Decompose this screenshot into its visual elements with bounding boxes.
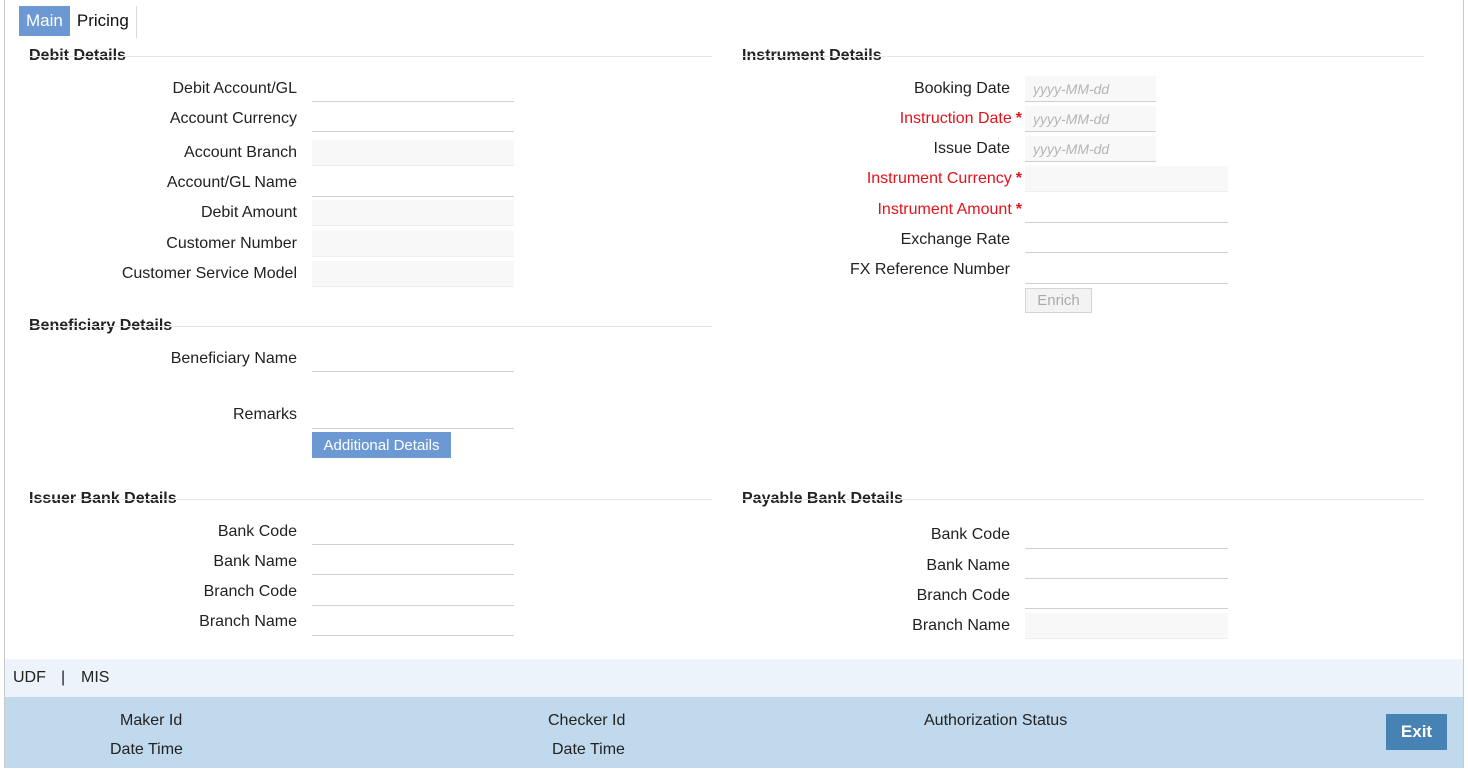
issuer-bank-code-label: Bank Code	[217, 523, 297, 540]
debit-amount-input[interactable]	[312, 200, 514, 226]
payable-branch-name-input[interactable]	[1025, 613, 1228, 639]
checker-date-time-label: Date Time	[552, 741, 625, 758]
issuer-branch-name-input[interactable]	[312, 610, 514, 636]
instrument-amount-label-text: Instrument Amount	[877, 201, 1012, 218]
instrument-amount-label: Instrument Amount *	[877, 201, 1022, 219]
account-currency-label: Account Currency	[169, 110, 297, 127]
additional-details-button[interactable]: Additional Details	[312, 432, 451, 458]
payable-bank-name-label: Bank Name	[926, 557, 1010, 574]
required-marker: *	[1015, 110, 1022, 127]
remarks-label: Remarks	[232, 406, 297, 423]
issuer-bank-details-divider	[29, 499, 712, 500]
maker-id-label: Maker Id	[120, 712, 183, 729]
instrument-details-divider	[742, 56, 1424, 57]
account-currency-input[interactable]	[312, 106, 514, 132]
exchange-rate-label: Exchange Rate	[900, 231, 1010, 248]
issuer-bank-name-input[interactable]	[312, 549, 514, 575]
account-branch-input[interactable]	[312, 140, 514, 166]
authorization-status-label: Authorization Status	[924, 712, 1068, 729]
customer-number-label: Customer Number	[166, 235, 297, 252]
payable-branch-code-label: Branch Code	[916, 587, 1010, 604]
link-separator: |	[61, 669, 66, 686]
issuer-bank-name-label: Bank Name	[213, 553, 297, 570]
account-gl-name-input[interactable]	[312, 171, 514, 197]
customer-service-model-input[interactable]	[312, 261, 514, 287]
debit-account-label: Debit Account/GL	[172, 80, 297, 97]
payable-bank-name-input[interactable]	[1025, 553, 1228, 579]
mis-link[interactable]: MIS	[81, 669, 109, 687]
audit-footer: Maker Id Date Time Checker Id Date Time …	[5, 697, 1463, 768]
beneficiary-details-divider	[29, 326, 712, 327]
instrument-currency-label: Instrument Currency *	[867, 170, 1022, 188]
enrich-button[interactable]: Enrich	[1025, 288, 1092, 313]
payable-bank-code-label: Bank Code	[930, 526, 1010, 543]
instrument-currency-label-text: Instrument Currency	[866, 170, 1012, 187]
issuer-branch-code-label: Branch Code	[203, 583, 297, 600]
fx-reference-number-label: FX Reference Number	[849, 261, 1010, 278]
fx-reference-number-input[interactable]	[1025, 258, 1228, 284]
debit-amount-label: Debit Amount	[200, 204, 297, 221]
issuer-bank-code-input[interactable]	[312, 519, 514, 545]
checker-id-label: Checker Id	[548, 712, 626, 729]
udf-link[interactable]: UDF	[13, 669, 46, 687]
instruction-date-input[interactable]	[1025, 106, 1156, 132]
debit-details-divider	[29, 56, 712, 57]
exchange-rate-input[interactable]	[1025, 227, 1228, 253]
instrument-currency-input[interactable]	[1025, 166, 1228, 192]
exit-button[interactable]: Exit	[1386, 714, 1447, 750]
beneficiary-name-input[interactable]	[312, 346, 514, 372]
required-marker: *	[1015, 201, 1022, 218]
account-gl-name-label: Account/GL Name	[166, 174, 297, 191]
udf-mis-bar: UDF | MIS	[5, 659, 1463, 697]
debit-account-input[interactable]	[312, 76, 514, 102]
required-marker: *	[1015, 170, 1022, 187]
remarks-input[interactable]	[312, 403, 514, 429]
instruction-date-label: Instruction Date *	[900, 110, 1022, 128]
tab-bar: Main Pricing	[19, 6, 137, 38]
customer-service-model-label: Customer Service Model	[121, 265, 297, 282]
payable-bank-code-input[interactable]	[1025, 523, 1228, 549]
issuer-branch-code-input[interactable]	[312, 580, 514, 606]
payable-branch-code-input[interactable]	[1025, 583, 1228, 609]
tab-pricing[interactable]: Pricing	[70, 6, 136, 36]
account-branch-label: Account Branch	[184, 144, 297, 161]
beneficiary-name-label: Beneficiary Name	[170, 350, 297, 367]
maker-date-time-label: Date Time	[110, 741, 183, 758]
booking-date-input[interactable]	[1025, 76, 1156, 102]
tab-main[interactable]: Main	[19, 6, 70, 36]
issue-date-input[interactable]	[1025, 136, 1156, 162]
instrument-amount-input[interactable]	[1025, 197, 1228, 223]
payable-branch-name-label: Branch Name	[912, 617, 1010, 634]
booking-date-label: Booking Date	[913, 80, 1010, 97]
issue-date-label: Issue Date	[933, 140, 1010, 157]
payable-bank-details-divider	[742, 499, 1424, 500]
instruction-date-label-text: Instruction Date	[899, 110, 1012, 127]
customer-number-input[interactable]	[312, 231, 514, 257]
issuer-branch-name-label: Branch Name	[199, 613, 297, 630]
